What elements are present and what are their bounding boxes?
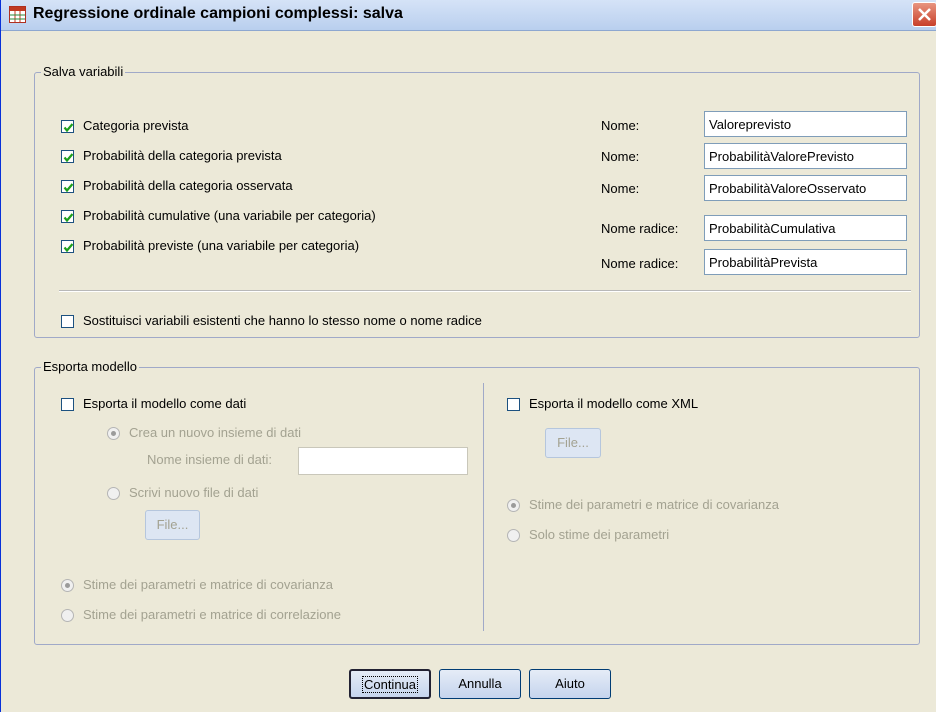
cumulative-probabilities-checkbox[interactable] — [61, 210, 74, 223]
predicted-category-probability-checkbox[interactable] — [61, 150, 74, 163]
separator — [59, 290, 911, 292]
new-file-label: Scrivi nuovo file di dati — [129, 485, 259, 500]
checkmark-icon — [63, 243, 74, 253]
data-correlation-label: Stime dei parametri e matrice di correla… — [83, 607, 341, 622]
radio-dot — [65, 583, 70, 588]
radio-dot — [111, 431, 116, 436]
replace-existing-label: Sostituisci variabili esistenti che hann… — [83, 313, 482, 328]
predicted-probabilities-checkbox[interactable] — [61, 240, 74, 253]
predicted-category-label: Categoria prevista — [83, 118, 189, 133]
new-file-radio[interactable] — [107, 487, 120, 500]
predicted-value-name-field[interactable]: Valoreprevisto — [704, 111, 907, 137]
export-as-data-checkbox[interactable] — [61, 398, 74, 411]
data-covariance-label: Stime dei parametri e matrice di covaria… — [83, 577, 333, 592]
export-divider — [483, 383, 484, 631]
export-as-xml-checkbox[interactable] — [507, 398, 520, 411]
title-bar[interactable]: Regressione ordinale campioni complessi:… — [1, 0, 936, 31]
new-dataset-label: Crea un nuovo insieme di dati — [129, 425, 301, 440]
data-covariance-radio[interactable] — [61, 579, 74, 592]
name-label-1: Nome: — [601, 118, 640, 133]
checkmark-icon — [63, 213, 74, 223]
predicted-probabilities-label: Probabilità previste (una variabile per … — [83, 238, 360, 253]
replace-existing-checkbox[interactable] — [61, 315, 74, 328]
dialog-window: Regressione ordinale campioni complessi:… — [0, 0, 936, 712]
checkmark-icon — [63, 123, 74, 133]
predicted-probability-root-field[interactable]: ProbabilitàPrevista — [704, 249, 907, 275]
predicted-category-probability-label: Probabilità della categoria prevista — [83, 148, 282, 163]
xml-params-only-label: Solo stime dei parametri — [529, 527, 670, 542]
export-as-data-label: Esporta il modello come dati — [83, 396, 247, 411]
save-variables-legend: Salva variabili — [41, 64, 126, 79]
xml-file-button[interactable]: File... — [545, 428, 601, 458]
new-dataset-radio[interactable] — [107, 427, 120, 440]
data-file-button[interactable]: File... — [145, 510, 200, 540]
xml-covariance-label: Stime dei parametri e matrice di covaria… — [529, 497, 779, 512]
table-app-icon — [9, 6, 26, 23]
export-model-legend: Esporta modello — [41, 359, 139, 374]
predicted-probability-name-field[interactable]: ProbabilitàValorePrevisto — [704, 143, 907, 169]
root-name-label-2: Nome radice: — [601, 256, 679, 271]
radio-dot — [511, 503, 516, 508]
observed-category-probability-label: Probabilità della categoria osservata — [83, 178, 293, 193]
name-label-2: Nome: — [601, 149, 640, 164]
observed-category-probability-checkbox[interactable] — [61, 180, 74, 193]
xml-params-only-radio[interactable] — [507, 529, 520, 542]
cumulative-probabilities-label: Probabilità cumulative (una variabile pe… — [83, 208, 376, 223]
xml-covariance-radio[interactable] — [507, 499, 520, 512]
cumulative-probability-root-field[interactable]: ProbabilitàCumulativa — [704, 215, 907, 241]
name-label-3: Nome: — [601, 181, 640, 196]
close-icon — [918, 8, 931, 21]
help-button[interactable]: Aiuto — [529, 669, 611, 699]
window-title: Regressione ordinale campioni complessi:… — [33, 5, 403, 22]
checkmark-icon — [63, 153, 74, 163]
continue-button[interactable]: Continua — [349, 669, 431, 699]
dataset-name-label: Nome insieme di dati: — [147, 452, 272, 467]
predicted-category-checkbox[interactable] — [61, 120, 74, 133]
observed-probability-name-field[interactable]: ProbabilitàValoreOsservato — [704, 175, 907, 201]
export-as-xml-label: Esporta il modello come XML — [529, 396, 699, 411]
root-name-label-1: Nome radice: — [601, 221, 679, 236]
checkmark-icon — [63, 183, 74, 193]
continue-label: Continua — [361, 676, 419, 693]
dataset-name-field[interactable] — [298, 447, 468, 475]
data-correlation-radio[interactable] — [61, 609, 74, 622]
cancel-button[interactable]: Annulla — [439, 669, 521, 699]
close-button[interactable] — [912, 2, 936, 27]
